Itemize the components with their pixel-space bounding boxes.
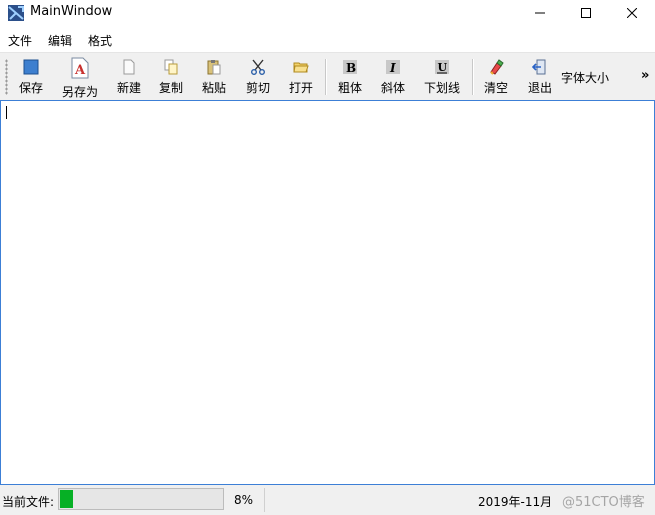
- svg-text:A: A: [74, 63, 86, 78]
- svg-text:I: I: [389, 61, 396, 75]
- save-icon: [23, 59, 39, 75]
- toolbar-overflow-icon[interactable]: »: [641, 68, 649, 83]
- maximize-icon: [581, 8, 591, 18]
- open-label: 打开: [288, 81, 313, 95]
- exit-button[interactable]: 退出: [521, 53, 559, 101]
- minimize-icon: [535, 12, 545, 14]
- new-file-icon: [123, 59, 135, 75]
- status-bar: 当前文件: 8% 2019年-11月 @51CTO博客: [0, 485, 655, 515]
- status-separator: [264, 488, 265, 512]
- minimize-button[interactable]: [517, 0, 563, 26]
- open-button[interactable]: 打开: [282, 53, 320, 101]
- cut-button[interactable]: 剪切: [239, 53, 277, 101]
- save-as-label: 另存为: [61, 85, 98, 99]
- menu-file[interactable]: 文件: [8, 32, 32, 49]
- svg-text:B: B: [346, 61, 356, 75]
- save-label: 保存: [18, 81, 43, 95]
- progress-bar: [58, 488, 224, 510]
- title-bar: MainWindow: [0, 0, 655, 26]
- bold-icon: B: [343, 60, 357, 75]
- exit-icon: [532, 59, 546, 75]
- underline-icon: U: [435, 60, 449, 74]
- font-size-label[interactable]: 字体大小: [561, 69, 609, 86]
- progress-percent: 8%: [234, 493, 254, 507]
- save-as-button[interactable]: A 另存为: [56, 53, 104, 101]
- status-datetime: 2019年-11月: [478, 495, 553, 509]
- new-button[interactable]: 新建: [110, 53, 148, 101]
- toolbar-grip[interactable]: [5, 59, 8, 95]
- clear-button[interactable]: 清空: [477, 53, 515, 101]
- paste-icon: [207, 60, 221, 75]
- svg-text:U: U: [438, 61, 448, 74]
- save-as-icon: A: [71, 57, 89, 79]
- menu-bar: 文件 编辑 格式: [0, 28, 655, 50]
- toolbar: 保存 A 另存为 新建 复制 粘贴 剪切 打开 B 粗体 I 斜体 U 下划线 …: [0, 52, 655, 101]
- bold-button[interactable]: B 粗体: [331, 53, 369, 101]
- toolbar-separator: [472, 59, 474, 95]
- clear-label: 清空: [483, 81, 508, 95]
- toolbar-separator: [325, 59, 327, 95]
- cut-icon: [251, 59, 265, 75]
- new-label: 新建: [116, 81, 141, 95]
- underline-label: 下划线: [423, 81, 460, 95]
- current-file-label: 当前文件:: [2, 495, 55, 509]
- progress-bar-fill: [60, 490, 73, 508]
- maximize-button[interactable]: [563, 0, 609, 26]
- window-title: MainWindow: [30, 4, 113, 19]
- open-folder-icon: [293, 62, 309, 73]
- cut-label: 剪切: [245, 81, 270, 95]
- close-icon: [627, 8, 637, 18]
- copy-button[interactable]: 复制: [152, 53, 190, 101]
- paste-label: 粘贴: [201, 81, 226, 95]
- italic-icon: I: [386, 60, 400, 75]
- copy-label: 复制: [158, 81, 183, 95]
- bold-label: 粗体: [337, 81, 362, 95]
- paste-button[interactable]: 粘贴: [195, 53, 233, 101]
- clear-icon: [490, 59, 504, 75]
- app-icon: [8, 5, 24, 21]
- italic-button[interactable]: I 斜体: [374, 53, 412, 101]
- menu-format[interactable]: 格式: [88, 32, 112, 49]
- exit-label: 退出: [527, 81, 552, 95]
- close-button[interactable]: [609, 0, 655, 26]
- copy-icon: [164, 59, 178, 75]
- italic-label: 斜体: [380, 81, 405, 95]
- text-editor[interactable]: [0, 100, 655, 485]
- save-button[interactable]: 保存: [12, 53, 50, 101]
- underline-button[interactable]: U 下划线: [418, 53, 466, 101]
- watermark: @51CTO博客: [562, 495, 645, 510]
- text-caret: [6, 106, 7, 119]
- menu-edit[interactable]: 编辑: [48, 32, 72, 49]
